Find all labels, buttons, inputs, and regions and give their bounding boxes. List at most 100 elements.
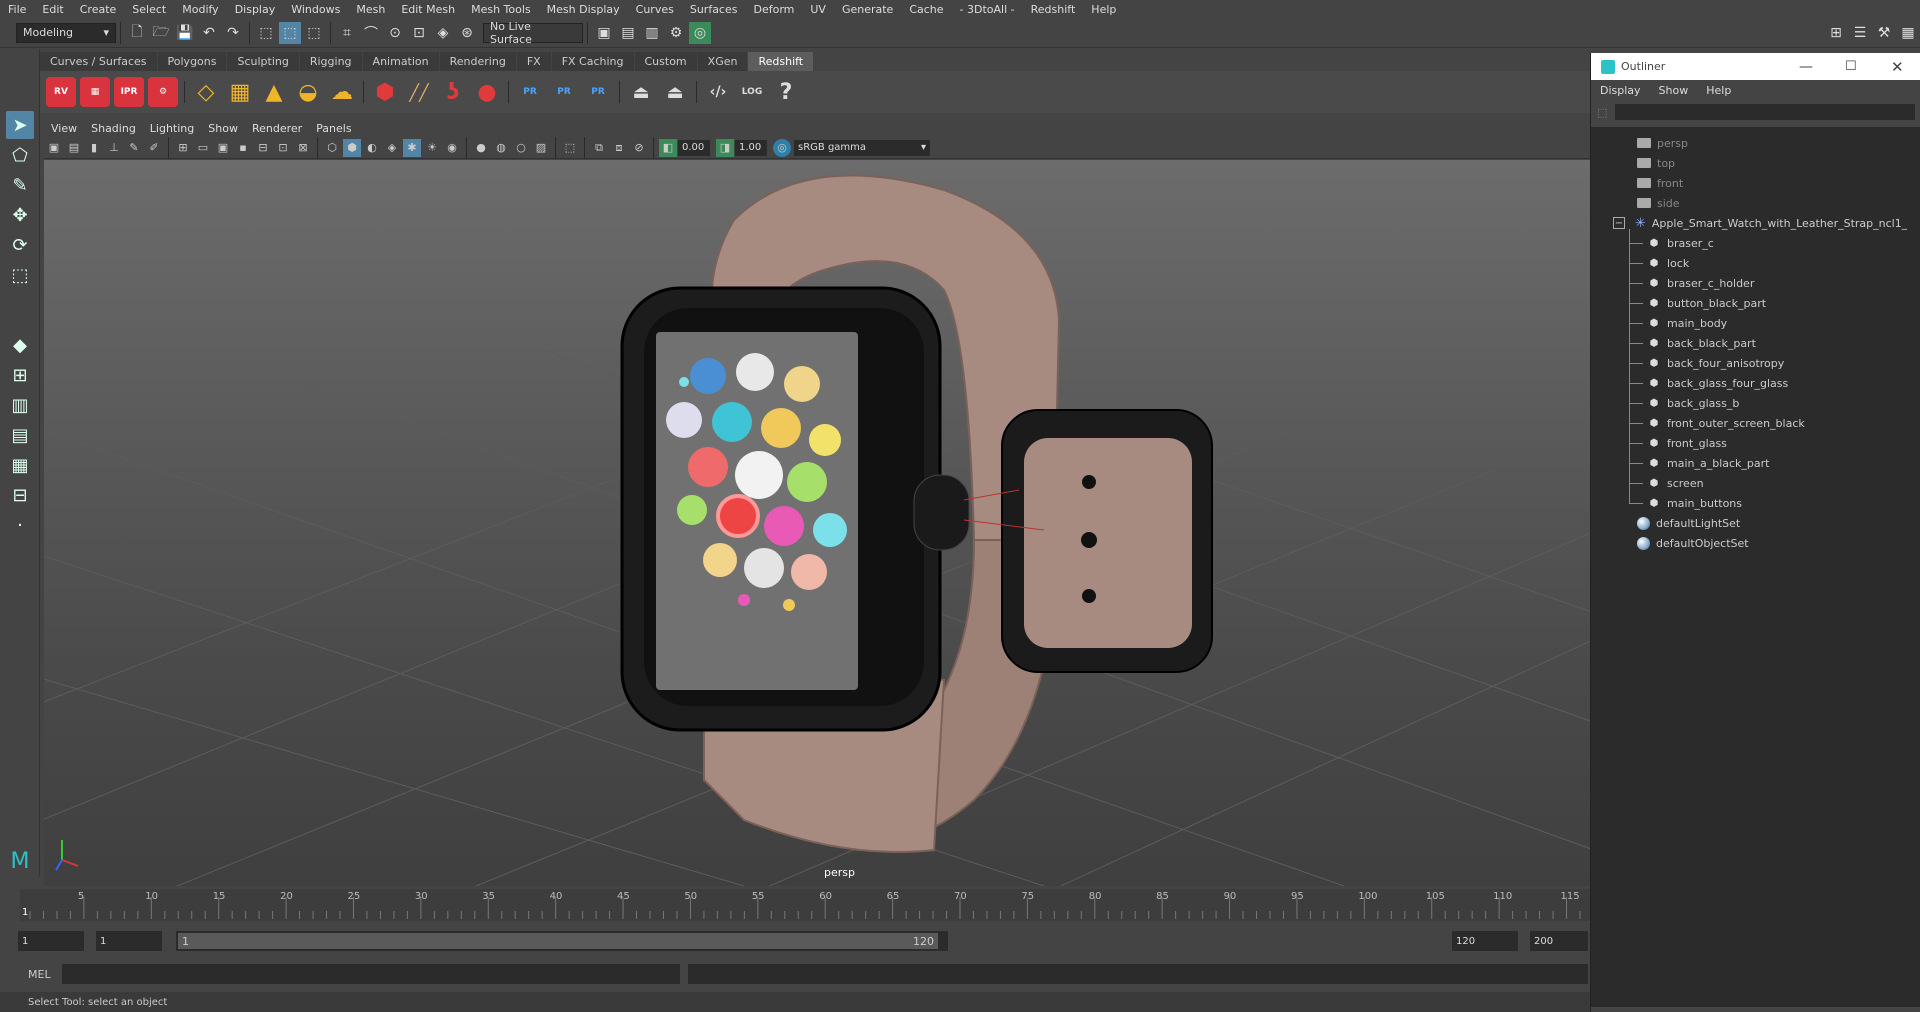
outliner-menu-display[interactable]: Display: [1591, 84, 1650, 97]
viewport-menu-show[interactable]: Show: [201, 122, 245, 135]
shelf-tab-redshift[interactable]: Redshift: [748, 52, 814, 71]
outliner-menu-show[interactable]: Show: [1650, 84, 1698, 97]
animation-start-field[interactable]: 1: [18, 931, 84, 951]
menu-3dtoall[interactable]: - 3DtoAll -: [952, 3, 1023, 16]
xray-active-icon[interactable]: ⧈: [610, 139, 628, 157]
shelf-tab-fx[interactable]: FX: [516, 52, 551, 71]
camera-lock-icon[interactable]: ⊘: [630, 139, 648, 157]
exposure-field[interactable]: 0.00: [678, 139, 710, 156]
shelf-tab-fx-caching[interactable]: FX Caching: [551, 52, 634, 71]
grease-pencil-icon[interactable]: ✐: [145, 139, 163, 157]
image-plane-icon[interactable]: ⊥: [105, 139, 123, 157]
colorspace-dropdown[interactable]: sRGB gamma ▾: [794, 139, 930, 156]
rotate-tool-icon[interactable]: ⟳: [6, 231, 34, 259]
outliner-row-set[interactable]: defaultLightSet: [1637, 513, 1740, 533]
menu-mesh-tools[interactable]: Mesh Tools: [463, 3, 539, 16]
outliner-row-mesh[interactable]: ⬢ back_four_anisotropy: [1647, 353, 1785, 373]
channel-box-icon[interactable]: ▦: [1897, 22, 1919, 44]
paint-select-icon[interactable]: ✎: [6, 171, 34, 199]
hypershade-icon[interactable]: ◎: [689, 21, 711, 44]
render-sequence-icon[interactable]: ▦: [80, 77, 110, 107]
menu-redshift[interactable]: Redshift: [1023, 3, 1084, 16]
menu-edit[interactable]: Edit: [34, 3, 71, 16]
maximize-icon[interactable]: ☐: [1845, 59, 1857, 74]
outliner-row-mesh[interactable]: ⬢ front_outer_screen_black: [1647, 413, 1805, 433]
render-view-icon[interactable]: ▣: [593, 22, 615, 44]
time-slider[interactable]: 5 10 15 20 25 30 35 40 45 50 55 60 65 70 75 80 85 90 95 100…: [20, 889, 1590, 921]
range-slider-track[interactable]: 1 120: [176, 931, 948, 951]
shelf-tab-custom[interactable]: Custom: [634, 52, 697, 71]
outliner-row-mesh[interactable]: ⬢ screen: [1647, 473, 1704, 493]
menu-cache[interactable]: Cache: [901, 3, 951, 16]
outliner-scrollbar[interactable]: [1907, 133, 1917, 1007]
menu-mesh[interactable]: Mesh: [348, 3, 393, 16]
select-object-icon[interactable]: ⬚: [279, 21, 301, 44]
ambient-occlusion-icon[interactable]: ◉: [443, 139, 461, 157]
animation-end-field[interactable]: 200: [1530, 931, 1588, 951]
teapot-icon[interactable]: ⏏: [626, 77, 656, 107]
outliner-row-mesh[interactable]: ⬢ back_black_part: [1647, 333, 1756, 353]
shadows-icon[interactable]: ☀: [423, 139, 441, 157]
color-management-icon[interactable]: ◎: [773, 138, 791, 157]
safe-action-icon[interactable]: ⊡: [274, 139, 292, 157]
bookmark-icon[interactable]: ▮: [85, 139, 103, 157]
viewport-menu-shading[interactable]: Shading: [84, 122, 143, 135]
outliner-row-mesh[interactable]: ⬢ braser_c_holder: [1647, 273, 1755, 293]
wireframe-icon[interactable]: ⬡: [323, 139, 341, 157]
render-view-rv-icon[interactable]: RV: [46, 77, 76, 107]
shelf-tab-polygons[interactable]: Polygons: [157, 52, 227, 71]
outliner-row-mesh[interactable]: ⬢ main_buttons: [1647, 493, 1742, 513]
render-frame-icon[interactable]: ▤: [617, 22, 639, 44]
menu-modify[interactable]: Modify: [174, 3, 226, 16]
menu-uv[interactable]: UV: [802, 3, 834, 16]
outliner-row-mesh[interactable]: ⬢ button_black_part: [1647, 293, 1766, 313]
select-tool-icon[interactable]: ➤: [6, 111, 34, 139]
ies-light-icon[interactable]: ▲: [259, 77, 289, 107]
resolution-gate-icon[interactable]: ▣: [214, 139, 232, 157]
outliner-row-root[interactable]: − ✳ Apple_Smart_Watch_with_Leather_Strap_n…: [1613, 213, 1914, 233]
graph-layout-icon[interactable]: ▦: [6, 451, 34, 479]
menu-surfaces[interactable]: Surfaces: [682, 3, 746, 16]
viewport-menu-view[interactable]: View: [44, 122, 84, 135]
xray-icon[interactable]: ▨: [532, 139, 550, 157]
menu-set-dropdown[interactable]: Modeling ▾: [16, 22, 116, 43]
render-ipr-icon[interactable]: IPR: [114, 77, 144, 107]
viewport-menu-panels[interactable]: Panels: [309, 122, 358, 135]
shelf-tab-curves-surfaces[interactable]: Curves / Surfaces: [40, 52, 157, 71]
gate-mask-icon[interactable]: ▪: [234, 139, 252, 157]
grid-toggle-icon[interactable]: ⊞: [174, 139, 192, 157]
sprite-icon[interactable]: ʖ: [438, 77, 468, 107]
outliner-row-mesh[interactable]: ⬢ main_a_black_part: [1647, 453, 1770, 473]
range-slider-handle[interactable]: 1 120: [178, 933, 938, 949]
outliner-row-camera[interactable]: persp: [1637, 133, 1688, 153]
move-tool-icon[interactable]: ✥: [6, 201, 34, 229]
modeling-toolkit-icon[interactable]: ⊞: [1825, 22, 1847, 44]
xray-joints-icon[interactable]: ⧉: [590, 139, 608, 157]
menu-mesh-display[interactable]: Mesh Display: [539, 3, 628, 16]
menu-windows[interactable]: Windows: [283, 3, 348, 16]
safe-title-icon[interactable]: ⊠: [294, 139, 312, 157]
lasso-tool-icon[interactable]: ⬠: [6, 141, 34, 169]
outliner-menu-help[interactable]: Help: [1697, 84, 1740, 97]
pr-proxy-export-icon[interactable]: PR: [515, 77, 545, 107]
more-layouts-icon[interactable]: ·: [6, 511, 34, 539]
viewport-menu-renderer[interactable]: Renderer: [245, 122, 309, 135]
minimize-icon[interactable]: —: [1799, 59, 1813, 75]
hypershade-layout-icon[interactable]: ⊟: [6, 481, 34, 509]
shelf-tab-rendering[interactable]: Rendering: [439, 52, 516, 71]
two-d-pan-icon[interactable]: ✎: [125, 139, 143, 157]
snap-surface-icon[interactable]: ◈: [432, 22, 454, 44]
volume-icon[interactable]: ╱╱: [404, 77, 434, 107]
pr-proxy-import-icon[interactable]: PR: [549, 77, 579, 107]
outliner-row-mesh[interactable]: ⬢ front_glass: [1647, 433, 1727, 453]
sun-sky-icon[interactable]: ☁: [327, 77, 357, 107]
redo-icon[interactable]: ↷: [222, 22, 244, 44]
material-ball-icon[interactable]: ●: [472, 77, 502, 107]
menu-edit-mesh[interactable]: Edit Mesh: [393, 3, 463, 16]
menu-curves[interactable]: Curves: [628, 3, 682, 16]
side-layout-icon[interactable]: ▥: [6, 391, 34, 419]
outliner-row-mesh[interactable]: ⬢ lock: [1647, 253, 1690, 273]
exposure-icon[interactable]: ◧: [659, 138, 677, 157]
script-language-label[interactable]: MEL: [28, 968, 62, 981]
menu-deform[interactable]: Deform: [745, 3, 802, 16]
